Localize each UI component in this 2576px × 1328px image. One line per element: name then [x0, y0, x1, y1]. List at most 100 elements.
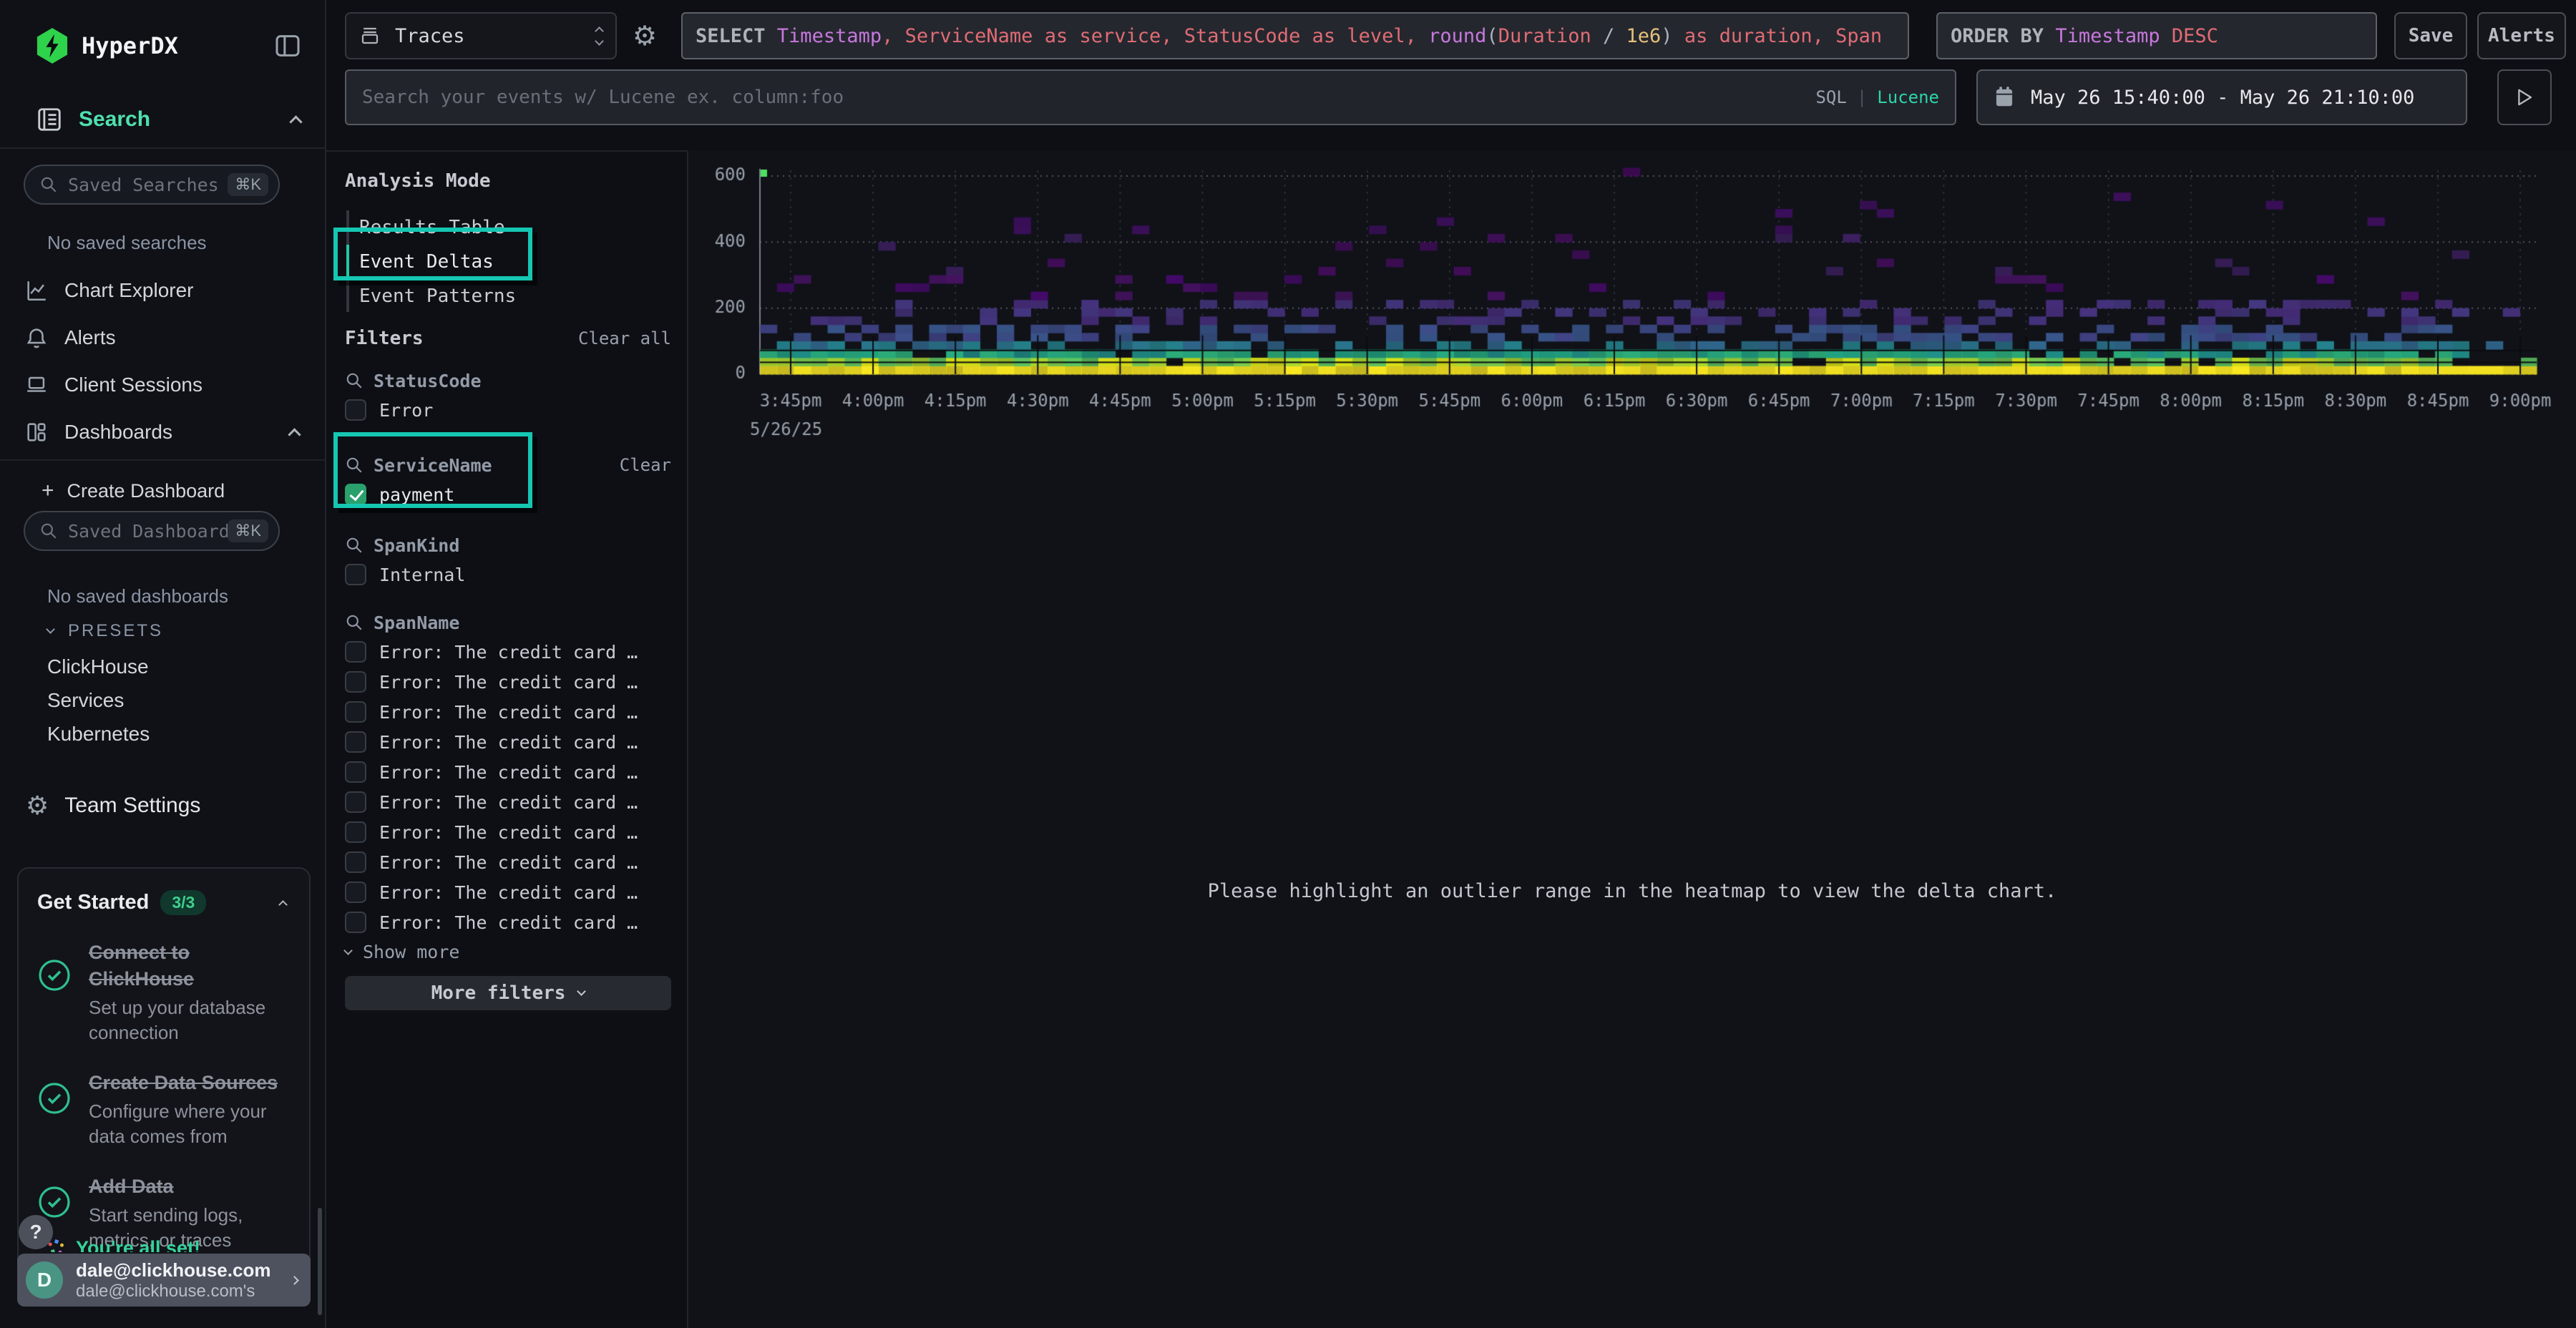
filter-option[interactable]: Error: The credit card … [345, 697, 671, 727]
sql-select-editor[interactable]: SELECT Timestamp, ServiceName as service… [681, 12, 1909, 59]
sql-token: Duration [1498, 25, 1591, 47]
event-search-input[interactable]: Search your events w/ Lucene ex. column:… [345, 69, 1956, 125]
get-started-badge: 3/3 [160, 890, 206, 915]
search-icon [39, 175, 58, 194]
sql-token: as duration [1673, 25, 1813, 47]
sql-orderby-editor[interactable]: ORDER BY Timestamp DESC [1936, 12, 2377, 59]
shortcut-badge: ⌘K [228, 519, 268, 542]
search-icon [39, 522, 58, 540]
filter-option[interactable]: Error: The credit card … [345, 877, 671, 907]
sidebar-item-search[interactable]: Search [36, 106, 301, 133]
clear-all-button[interactable]: Clear all [578, 328, 671, 348]
lang-divider: | [1857, 87, 1867, 107]
chevron-up-icon[interactable] [278, 900, 288, 909]
saved-searches-input[interactable]: Saved Searches ⌘K [24, 165, 280, 205]
more-filters-button[interactable]: More filters [345, 976, 671, 1010]
help-label: ? [29, 1221, 42, 1244]
lang-lucene-toggle[interactable]: Lucene [1877, 87, 1939, 107]
filters-panel: Analysis Mode Results TableEvent DeltasE… [328, 152, 688, 1328]
checkbox-unchecked[interactable] [345, 399, 366, 421]
sidebar-item-alerts[interactable]: Alerts [24, 322, 303, 353]
get-started-header[interactable]: Get Started 3/3 [37, 890, 291, 915]
shortcut-badge: ⌘K [228, 173, 268, 196]
checkbox-unchecked[interactable] [345, 882, 366, 903]
lang-sql-toggle[interactable]: SQL [1815, 87, 1846, 107]
checkbox-unchecked[interactable] [345, 791, 366, 813]
alerts-button[interactable]: Alerts [2477, 12, 2566, 59]
sql-token: SELECT [696, 25, 777, 47]
filter-option[interactable]: Error: The credit card … [345, 907, 671, 937]
create-dashboard-button[interactable]: + Create Dashboard [42, 475, 225, 507]
checkbox-unchecked[interactable] [345, 731, 366, 753]
calendar-icon [1994, 86, 2015, 109]
checkbox-unchecked[interactable] [345, 564, 366, 585]
source-select[interactable]: Traces [345, 12, 617, 59]
filter-option-label: Error: The credit card … [379, 882, 638, 903]
step-title: Add Data [89, 1173, 291, 1200]
chevron-up-icon[interactable] [288, 428, 301, 441]
duration-heatmap[interactable] [688, 150, 2576, 458]
filter-option[interactable]: Error: The credit card … [345, 847, 671, 877]
get-started-step[interactable]: Create Data Sources Configure where your… [37, 1070, 291, 1149]
bell-icon [24, 326, 49, 350]
avatar: D [26, 1261, 63, 1299]
sql-token: 1e6 [1626, 25, 1662, 47]
sql-token: DESC [2172, 25, 2218, 47]
preset-services[interactable]: Services [47, 689, 124, 712]
get-started-title: Get Started [37, 891, 149, 914]
run-query-button[interactable] [2497, 69, 2552, 125]
save-button[interactable]: Save [2394, 12, 2467, 59]
filters-label: Filters [345, 328, 424, 349]
event-search-placeholder: Search your events w/ Lucene ex. column:… [362, 87, 1815, 108]
filter-option[interactable]: Error: The credit card … [345, 817, 671, 847]
filter-option[interactable]: Error: The credit card … [345, 637, 671, 667]
user-menu[interactable]: D dale@clickhouse.com dale@clickhouse.co… [17, 1254, 311, 1307]
checkbox-unchecked[interactable] [345, 912, 366, 933]
checkbox-unchecked[interactable] [345, 851, 366, 873]
filter-option[interactable]: Error: The credit card … [345, 667, 671, 697]
team-settings-label: Team Settings [64, 794, 200, 818]
checkbox-unchecked[interactable] [345, 821, 366, 843]
saved-dashboards-input[interactable]: Saved Dashboards ⌘K [24, 511, 280, 551]
help-button[interactable]: ? [19, 1215, 53, 1249]
filter-option[interactable]: Internal [345, 560, 671, 590]
sidebar-scrollbar[interactable] [318, 1208, 322, 1315]
filter-option[interactable]: Error: The credit card … [345, 787, 671, 817]
show-more-button[interactable]: Show more [345, 942, 459, 962]
sidebar-collapse-icon[interactable] [273, 31, 302, 60]
date-range-picker[interactable]: May 26 15:40:00 - May 26 21:10:00 [1976, 69, 2467, 125]
checkbox-unchecked[interactable] [345, 701, 366, 723]
checkbox-unchecked[interactable] [345, 761, 366, 783]
presets-toggle[interactable]: PRESETS [47, 621, 163, 641]
filter-option[interactable]: Error [345, 395, 671, 425]
chevron-up-icon[interactable] [289, 115, 302, 128]
analysis-mode-option[interactable]: Event Patterns [328, 279, 657, 313]
clear-filter-button[interactable]: Clear [620, 455, 671, 475]
check-circle-icon [37, 958, 72, 992]
completed-step-label: You're all set! [76, 1237, 200, 1252]
play-icon [2515, 87, 2534, 107]
filter-option[interactable]: Error: The credit card … [345, 727, 671, 757]
preset-clickhouse[interactable]: ClickHouse [47, 655, 149, 678]
checkbox-unchecked[interactable] [345, 671, 366, 693]
preset-kubernetes[interactable]: Kubernetes [47, 723, 150, 746]
gear-icon[interactable]: ⚙ [633, 20, 657, 52]
sidebar-item-chart-explorer[interactable]: Chart Explorer [24, 275, 303, 306]
sidebar-item-client-sessions[interactable]: Client Sessions [24, 369, 303, 401]
checkbox-unchecked[interactable] [345, 641, 366, 663]
sql-token: , [882, 25, 905, 47]
sidebar-item-dashboards[interactable]: Dashboards [24, 416, 303, 448]
filter-option[interactable]: Error: The credit card … [345, 757, 671, 787]
dashboards-grid-icon [24, 420, 49, 444]
divider [0, 147, 326, 149]
sql-select-text: SELECT Timestamp, ServiceName as service… [696, 25, 1882, 47]
no-saved-dashboards-text: No saved dashboards [47, 585, 228, 607]
logo-row: HyperDX [36, 26, 301, 66]
sql-token: ( [1486, 25, 1498, 47]
get-started-step[interactable]: Connect to ClickHouse Set up your databa… [37, 939, 291, 1045]
sidebar-item-team-settings[interactable]: ⚙ Team Settings [26, 788, 200, 823]
sql-token: ) [1661, 25, 1672, 47]
app-title: HyperDX [82, 32, 178, 59]
filter-option-label: Error: The credit card … [379, 792, 638, 813]
sql-token: Timestamp [777, 25, 882, 47]
